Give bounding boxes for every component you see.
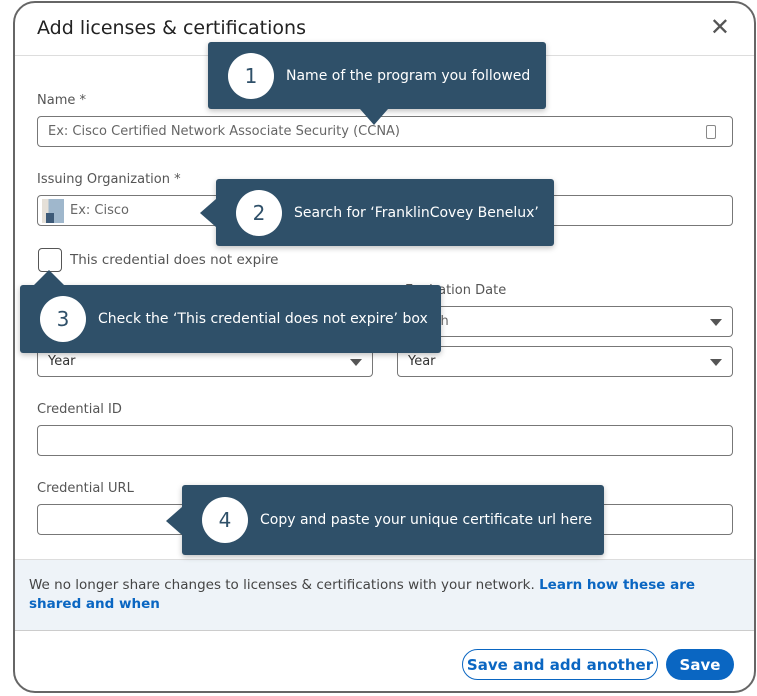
step-number: 4: [202, 497, 248, 543]
issue-year-value: Year: [48, 354, 76, 369]
no-expire-label: This credential does not expire: [70, 252, 279, 268]
tooltip-4: 4 Copy and paste your unique certificate…: [166, 485, 604, 555]
credential-id-input[interactable]: [37, 425, 733, 456]
credential-id-label: Credential ID: [37, 402, 122, 417]
company-logo-icon: [42, 198, 64, 223]
expiration-month-select[interactable]: Month: [397, 306, 733, 337]
org-label: Issuing Organization *: [37, 172, 181, 187]
step-number: 2: [236, 189, 282, 236]
step-number: 3: [40, 296, 86, 342]
tooltip-text: Name of the program you followed: [286, 67, 531, 84]
notice-text: We no longer share changes to licenses &…: [29, 577, 540, 593]
credential-url-label: Credential URL: [37, 481, 134, 496]
expiration-year-value: Year: [408, 354, 436, 369]
name-placeholder: Ex: Cisco Certified Network Associate Se…: [48, 124, 401, 139]
no-expire-checkbox[interactable]: [38, 248, 62, 272]
autofill-icon: [706, 125, 716, 139]
expiration-year-select[interactable]: Year: [397, 346, 733, 377]
tooltip-3: 3 Check the ‘This credential does not ex…: [20, 270, 441, 353]
tooltip-text: Copy and paste your unique certificate u…: [260, 512, 593, 528]
close-icon[interactable]: ✕: [710, 13, 730, 41]
tooltip-text: Check the ‘This credential does not expi…: [98, 311, 428, 327]
tooltip-text: Search for ‘FranklinCovey Benelux’: [294, 204, 539, 221]
sharing-notice: We no longer share changes to licenses &…: [15, 559, 754, 631]
step-number: 1: [228, 52, 274, 99]
org-placeholder: Ex: Cisco: [70, 203, 129, 218]
dialog-title: Add licenses & certifications: [37, 17, 306, 39]
save-and-add-another-button[interactable]: Save and add another: [462, 649, 658, 680]
tooltip-2: 2 Search for ‘FranklinCovey Benelux’: [200, 179, 554, 246]
name-label: Name *: [37, 93, 86, 108]
tooltip-1: 1 Name of the program you followed: [208, 42, 546, 125]
save-button[interactable]: Save: [666, 649, 734, 680]
